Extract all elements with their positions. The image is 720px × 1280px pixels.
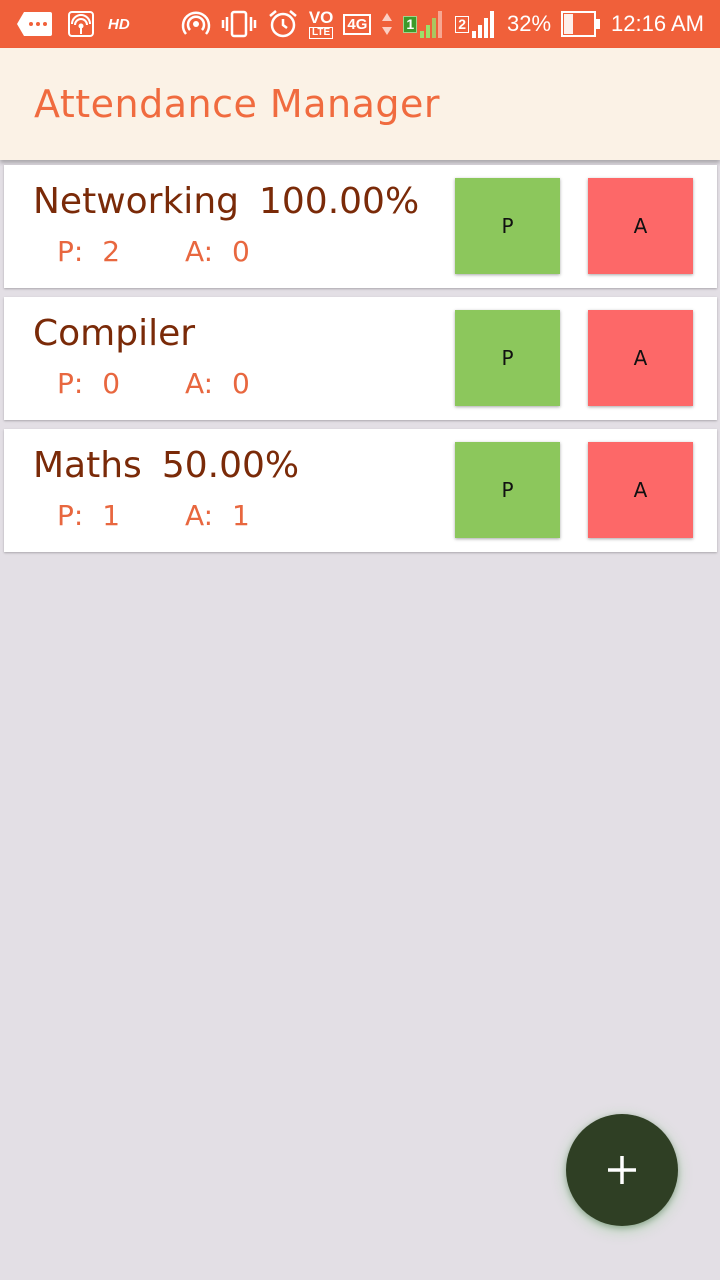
battery-percent: 32% bbox=[507, 11, 552, 36]
absent-label: A: bbox=[184, 235, 214, 268]
present-label: P: bbox=[57, 499, 84, 532]
absent-count: 0 bbox=[231, 235, 250, 268]
present-label: P: bbox=[57, 367, 84, 400]
vibrate-icon bbox=[221, 9, 257, 39]
absent-count: 0 bbox=[231, 367, 250, 400]
attendance-counts: P: 0 A: 0 bbox=[57, 367, 250, 400]
subject-name: Networking bbox=[33, 181, 239, 222]
add-subject-button[interactable] bbox=[566, 1114, 678, 1226]
clock: 12:16 AM bbox=[611, 11, 704, 36]
subject-card-maths[interactable]: Maths 50.00% P: 1 A: 1 P A bbox=[4, 429, 717, 552]
message-icon bbox=[16, 10, 54, 38]
subject-name: Compiler bbox=[33, 313, 196, 354]
absent-label: A: bbox=[184, 499, 214, 532]
status-bar: HD VO LTE 4G 1 2 32% 12:16 AM bbox=[0, 0, 720, 48]
hd-indicator: HD bbox=[108, 15, 130, 33]
subject-card-compiler[interactable]: Compiler P: 0 A: 0 P A bbox=[4, 297, 717, 420]
subject-title: Compiler bbox=[33, 313, 215, 354]
sim1-signal-icon: 1 bbox=[403, 9, 445, 39]
mark-present-button[interactable]: P bbox=[455, 178, 560, 274]
alarm-icon bbox=[267, 8, 299, 40]
page-title: Attendance Manager bbox=[34, 82, 440, 126]
attendance-percent: 50.00% bbox=[161, 445, 300, 486]
battery-icon bbox=[561, 11, 601, 37]
present-count: 2 bbox=[102, 235, 121, 268]
data-arrows-icon bbox=[381, 11, 393, 37]
subject-card-networking[interactable]: Networking 100.00% P: 2 A: 0 P A bbox=[4, 165, 717, 288]
attendance-counts: P: 2 A: 0 bbox=[57, 235, 250, 268]
volte-indicator: VO LTE bbox=[308, 8, 334, 39]
mark-present-button[interactable]: P bbox=[455, 442, 560, 538]
present-label: P: bbox=[57, 235, 84, 268]
present-count: 0 bbox=[102, 367, 121, 400]
subject-name: Maths bbox=[33, 445, 142, 486]
hotspot-icon bbox=[181, 9, 211, 39]
subject-title: Networking 100.00% bbox=[33, 181, 419, 222]
hotspot-app-icon bbox=[68, 11, 94, 37]
mark-absent-button[interactable]: A bbox=[588, 178, 693, 274]
present-count: 1 bbox=[102, 499, 121, 532]
absent-label: A: bbox=[184, 367, 214, 400]
subject-title: Maths 50.00% bbox=[33, 445, 299, 486]
attendance-counts: P: 1 A: 1 bbox=[57, 499, 250, 532]
plus-icon bbox=[605, 1153, 639, 1187]
mark-absent-button[interactable]: A bbox=[588, 442, 693, 538]
subject-list: Networking 100.00% P: 2 A: 0 P A Compiler… bbox=[4, 165, 717, 561]
network-type-indicator: 4G bbox=[343, 13, 372, 35]
app-bar: Attendance Manager bbox=[0, 48, 720, 160]
sim2-signal-icon: 2 bbox=[455, 9, 497, 39]
mark-present-button[interactable]: P bbox=[455, 310, 560, 406]
attendance-percent: 100.00% bbox=[258, 181, 420, 222]
mark-absent-button[interactable]: A bbox=[588, 310, 693, 406]
absent-count: 1 bbox=[231, 499, 250, 532]
